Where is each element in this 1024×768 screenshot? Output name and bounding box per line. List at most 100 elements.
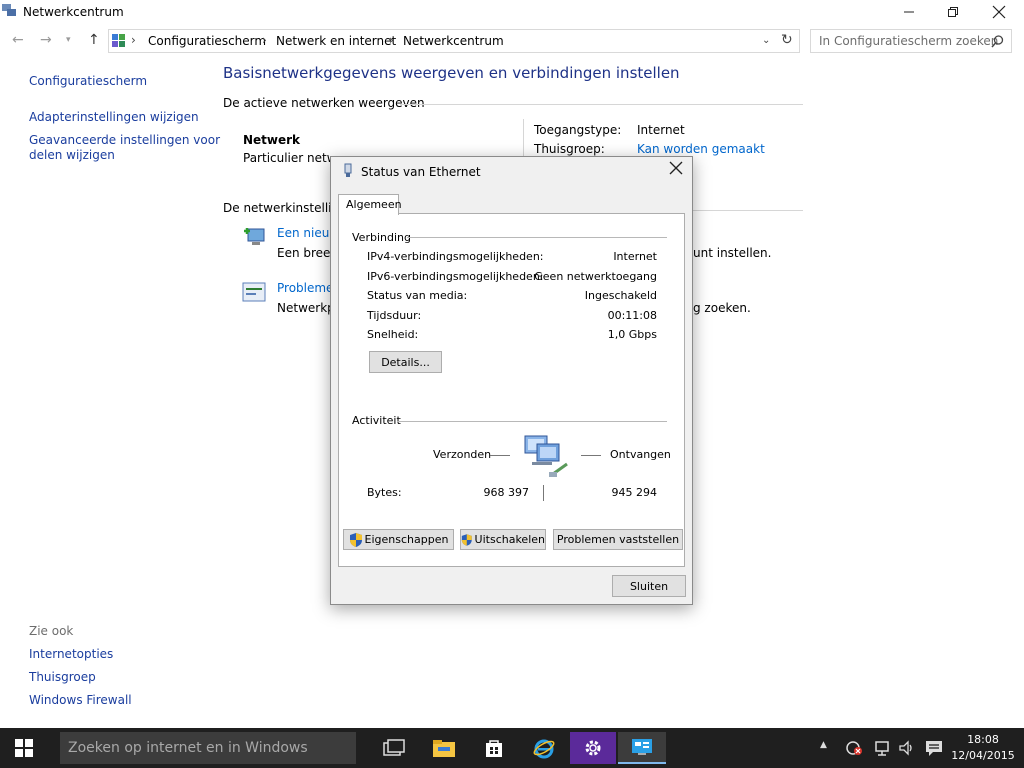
notifications-icon[interactable] [925,739,943,757]
new-connection-link[interactable]: Een nieuwe verbinding of een nieuw netwe… [277,226,330,240]
maximize-button[interactable] [930,0,976,24]
windows-logo-icon [15,739,33,757]
chevron-down-icon[interactable]: ⌄ [762,35,770,46]
breadcrumb-netwerkcentrum[interactable]: Netwerkcentrum [403,34,504,48]
homegroup-link[interactable]: Kan worden gemaakt [637,142,765,156]
troubleshoot-link[interactable]: Problemen oplossen [277,281,330,295]
nav-advanced-sharing-line1[interactable]: Geavanceerde instellingen voor [29,133,220,148]
bytes-sent-value: 968 397 [483,486,530,499]
activity-group-label: Activiteit [352,414,401,427]
gear-icon [585,740,601,756]
network-name: Netwerk [243,133,301,147]
breadcrumb-separator[interactable]: › [389,33,394,47]
close-dialog-button[interactable]: Sluiten [612,575,686,597]
network-status-icon[interactable] [873,740,891,756]
action-center-warning-icon[interactable] [845,740,863,756]
breadcrumb-configuratiescherm[interactable]: Configuratiescherm [148,34,266,48]
app-icon [2,4,16,16]
nav-thuisgroep[interactable]: Thuisgroep [29,670,96,685]
title-bar: Netwerkcentrum [0,0,1024,24]
see-also-heading: Zie ook [29,624,74,638]
speed-label: Snelheid: [367,328,419,341]
start-button[interactable] [0,728,48,768]
shield-icon [349,532,362,547]
search-placeholder: In Configuratiescherm zoeken [819,34,999,48]
nav-configuratiescherm[interactable]: Configuratiescherm [29,74,147,89]
nav-advanced-sharing-line2[interactable]: delen wijzigen [29,148,115,163]
settings-button[interactable] [570,732,616,764]
access-type-value: Internet [637,123,685,137]
show-hidden-icons[interactable]: ▲ [820,740,827,750]
section-active-networks: De actieve netwerken weergeven [223,96,425,110]
up-icon[interactable]: ↑ [88,32,100,48]
clock-date: 12/04/2015 [951,749,1015,762]
taskbar-search-input[interactable]: Zoeken op internet en in Windows [60,732,356,764]
file-explorer-button[interactable] [420,732,468,764]
store-button[interactable] [470,732,518,764]
minimize-icon [904,11,914,13]
nav-adapter-settings[interactable]: Adapterinstellingen wijzigen [29,110,199,125]
network-center-taskbar-button[interactable] [618,732,666,764]
task-view-button[interactable] [370,732,418,764]
media-status-label: Status van media: [367,289,468,302]
sent-label: Verzonden [433,448,492,461]
details-button[interactable]: Details... [369,351,442,373]
forward-icon[interactable]: → [40,32,52,48]
task-view-icon [383,739,405,756]
properties-button-label: Eigenschappen [364,533,449,546]
clock[interactable]: 18:08 12/04/2015 [950,732,1016,764]
disable-button[interactable]: Uitschakelen [460,529,546,550]
search-icon [991,35,1004,48]
restore-icon [948,7,958,17]
troubleshoot-description: Netwerkproblemen vaststellen en herstell… [277,301,330,315]
back-icon[interactable]: ← [12,32,24,48]
troubleshoot-icon [242,282,266,302]
page-title: Basisnetwerkgegevens weergeven en verbin… [223,64,680,82]
refresh-icon[interactable]: ↻ [781,32,793,48]
dialog-close-button[interactable] [668,160,684,179]
tab-algemeen[interactable]: Algemeen [338,194,402,215]
volume-icon[interactable] [898,740,916,756]
clock-time: 18:08 [967,733,999,746]
address-bar[interactable]: › Configuratiescherm › Netwerk en intern… [108,29,800,53]
speed-value: 1,0 Gbps [607,328,657,341]
properties-button[interactable]: Eigenschappen [343,529,454,550]
control-panel-icon [112,34,125,47]
breadcrumb-separator: › [131,33,136,47]
recent-pages-icon[interactable]: ▾ [66,35,71,45]
nav-internetopties[interactable]: Internetopties [29,647,113,662]
minimize-button[interactable] [886,0,932,24]
homegroup-label: Thuisgroep: [534,142,605,156]
breadcrumb-separator[interactable]: › [262,33,267,47]
folder-icon [433,740,455,757]
troubleshoot-description-tail: g zoeken. [693,301,751,315]
network-center-icon [632,739,652,755]
new-connection-icon [244,228,265,245]
ipv6-value: Geen netwerktoegang [534,270,657,283]
dialog-title: Status van Ethernet [361,165,481,179]
divider [692,210,803,211]
new-connection-description: Een breedband-, inbel- of VPN-verbinding… [277,246,330,260]
divider [407,237,667,238]
close-button[interactable] [976,0,1022,24]
search-input[interactable]: In Configuratiescherm zoeken [810,29,1012,53]
tab-panel: Verbinding IPv4-verbindingsmogelijkheden… [338,213,685,567]
new-connection-description-tail: unt instellen. [693,246,772,260]
divider [397,421,667,422]
disable-button-label: Uitschakelen [474,533,545,546]
ethernet-status-dialog: Status van Ethernet Verbinding IPv4-verb… [330,156,693,605]
close-icon [669,161,683,175]
internet-explorer-button[interactable] [520,732,568,764]
diagnose-button[interactable]: Problemen vaststellen [553,529,683,550]
duration-label: Tijdsduur: [367,309,422,322]
sent-line [490,455,510,456]
nav-windows-firewall[interactable]: Windows Firewall [29,693,132,708]
window-title: Netwerkcentrum [23,5,124,19]
network-type: Particulier netwerk [243,151,330,165]
access-type-label: Toegangstype: [534,123,622,137]
duration-value: 00:11:08 [607,309,657,322]
breadcrumb-netwerk-en-internet[interactable]: Netwerk en internet [276,34,396,48]
store-icon [486,740,502,757]
received-label: Ontvangen [610,448,671,461]
ipv4-value: Internet [613,250,657,263]
